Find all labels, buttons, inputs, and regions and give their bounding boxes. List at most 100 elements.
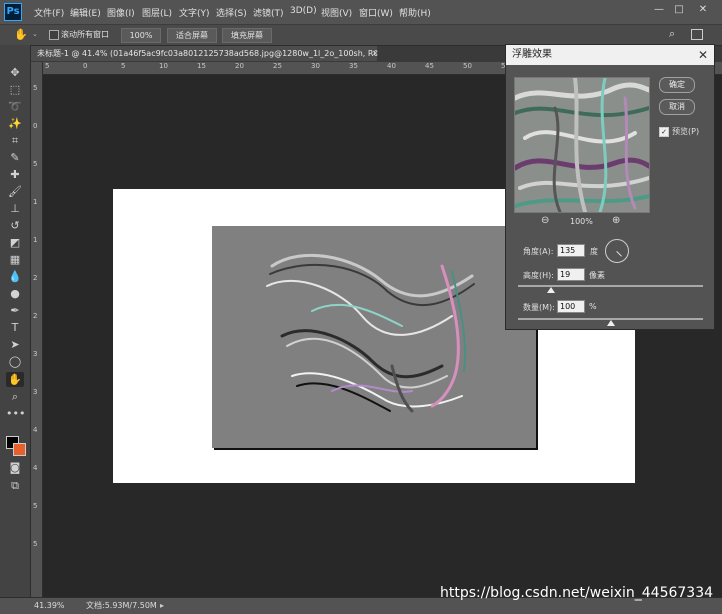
menu-file[interactable]: 文件(F) <box>34 6 64 19</box>
menu-window[interactable]: 窗口(W) <box>359 6 393 19</box>
emboss-dialog: 浮雕效果 ✕ 确定 取消 ✓ 预览(P) ⊖ 100% ⊕ 角度(A): 135… <box>505 44 715 330</box>
ruler-label: 0 <box>33 122 38 130</box>
ruler-label: 2 <box>33 312 38 320</box>
ruler-label: 4 <box>33 464 38 472</box>
zoom-in-icon[interactable]: ⊕ <box>612 215 620 226</box>
menu-layer[interactable]: 图层(L) <box>142 6 172 19</box>
ruler-label: 15 <box>197 62 206 70</box>
menu-filter[interactable]: 滤镜(T) <box>253 6 284 19</box>
history-brush-icon[interactable]: ↺ <box>6 218 24 233</box>
close-tab-icon[interactable]: ✕ <box>372 46 382 61</box>
menu-3d[interactable]: 3D(D) <box>290 6 317 16</box>
workspace-icon[interactable] <box>691 29 703 40</box>
height-unit: 像素 <box>589 271 605 280</box>
menu-bar: Ps 文件(F) 编辑(E) 图像(I) 图层(L) 文字(Y) 选择(S) 滤… <box>0 0 722 24</box>
menu-image[interactable]: 图像(I) <box>107 6 135 19</box>
brush-tool-icon[interactable]: 🖌 <box>6 184 24 199</box>
amount-slider-thumb[interactable] <box>606 320 615 326</box>
more-tools-icon[interactable]: ••• <box>6 406 25 421</box>
close-window-button[interactable]: ✕ <box>696 3 710 17</box>
screen-mode-icon[interactable]: ⧉ <box>6 478 24 493</box>
ruler-label: 4 <box>33 426 38 434</box>
quick-mask-icon[interactable]: ◙ <box>6 460 24 475</box>
preview-zoom-level: 100% <box>570 217 593 226</box>
filter-preview[interactable] <box>514 77 650 213</box>
marquee-tool-icon[interactable]: ⬚ <box>6 82 24 97</box>
ellipse-tool-icon[interactable]: ◯ <box>6 354 24 369</box>
embossed-image-layer[interactable] <box>212 226 536 448</box>
restore-button[interactable]: □ <box>672 3 686 17</box>
menu-edit[interactable]: 编辑(E) <box>70 6 101 19</box>
scroll-all-checkbox[interactable] <box>49 30 59 40</box>
angle-dial[interactable] <box>605 239 629 263</box>
dodge-tool-icon[interactable]: ● <box>6 286 24 301</box>
pen-tool-icon[interactable]: ✒ <box>6 303 24 318</box>
fill-screen-button[interactable]: 填充屏幕 <box>222 28 272 43</box>
amount-input[interactable]: 100 <box>557 300 585 313</box>
preview-checkbox[interactable]: ✓ <box>659 127 669 137</box>
background-color-swatch[interactable] <box>13 443 26 456</box>
menu-select[interactable]: 选择(S) <box>216 6 247 19</box>
dialog-close-icon[interactable]: ✕ <box>698 45 708 65</box>
type-tool-icon[interactable]: T <box>6 320 24 335</box>
ruler-label: 50 <box>463 62 472 70</box>
tools-panel: ✥ ⬚ ➰ ✨ ⌗ ✎ ✚ 🖌 ⊥ ↺ ◩ ▦ 💧 ● ✒ T ➤ ◯ ✋ ⌕ … <box>0 45 31 613</box>
blur-tool-icon[interactable]: 💧 <box>6 269 24 284</box>
move-tool-icon[interactable]: ✥ <box>6 65 24 80</box>
watermark: https://blog.csdn.net/weixin_44567334 <box>440 585 714 601</box>
search-icon[interactable]: ⌕ <box>669 27 675 41</box>
document-tab[interactable]: 未标题-1 @ 41.4% (01a46f5ac9fc03a8012125738… <box>31 46 377 61</box>
document-size: 文档:5.93M/7.50M <box>86 601 157 610</box>
eyedropper-icon[interactable]: ✎ <box>6 150 24 165</box>
ruler-label: 5 <box>33 160 38 168</box>
height-slider-thumb[interactable] <box>547 287 556 293</box>
height-slider-track[interactable] <box>518 285 703 287</box>
ruler-label: 3 <box>33 350 38 358</box>
hand-tool-icon[interactable]: ✋ <box>6 372 24 387</box>
ok-button[interactable]: 确定 <box>659 77 695 93</box>
amount-unit: % <box>589 302 597 311</box>
zoom-100-button[interactable]: 100% <box>121 28 161 43</box>
menu-help[interactable]: 帮助(H) <box>399 6 431 19</box>
path-selection-icon[interactable]: ➤ <box>6 337 24 352</box>
clone-stamp-icon[interactable]: ⊥ <box>6 201 24 216</box>
dialog-titlebar[interactable]: 浮雕效果 ✕ <box>506 45 714 65</box>
height-input[interactable]: 19 <box>557 268 585 281</box>
eraser-icon[interactable]: ◩ <box>6 235 24 250</box>
zoom-readout[interactable]: 41.39% <box>34 598 65 613</box>
ruler-label: 5 <box>121 62 126 70</box>
preview-checkbox-label: 预览(P) <box>672 127 700 136</box>
lasso-tool-icon[interactable]: ➰ <box>6 99 24 114</box>
magic-wand-icon[interactable]: ✨ <box>6 116 24 131</box>
ruler-label: 40 <box>387 62 396 70</box>
ruler-label: 3 <box>33 388 38 396</box>
fit-screen-button[interactable]: 适合屏幕 <box>167 28 217 43</box>
amount-label: 数量(M): <box>523 303 555 312</box>
status-menu-arrow-icon[interactable]: ▸ <box>160 598 164 613</box>
gradient-icon[interactable]: ▦ <box>6 252 24 267</box>
chevron-down-icon[interactable]: ⌄ <box>32 30 38 38</box>
zoom-tool-icon[interactable]: ⌕ <box>6 389 24 404</box>
zoom-out-icon[interactable]: ⊖ <box>541 215 549 226</box>
ruler-label: 5 <box>33 540 38 548</box>
menu-type[interactable]: 文字(Y) <box>179 6 210 19</box>
ruler-label: 30 <box>311 62 320 70</box>
scroll-all-label: 滚动所有窗口 <box>61 30 109 39</box>
ruler-label: 1 <box>33 236 38 244</box>
ruler-label: 0 <box>83 62 88 70</box>
healing-brush-icon[interactable]: ✚ <box>6 167 24 182</box>
preview-artwork <box>515 78 649 212</box>
ruler-label: 25 <box>273 62 282 70</box>
photoshop-logo: Ps <box>4 3 22 21</box>
ruler-label: 2 <box>33 274 38 282</box>
cancel-button[interactable]: 取消 <box>659 99 695 115</box>
angle-input[interactable]: 135 <box>557 244 585 257</box>
crop-tool-icon[interactable]: ⌗ <box>6 133 24 148</box>
ruler-label: 35 <box>349 62 358 70</box>
ruler-label: 5 <box>33 502 38 510</box>
hand-tool-preset-icon[interactable]: ✋ <box>14 28 28 41</box>
height-label: 高度(H): <box>523 271 554 280</box>
minimize-button[interactable]: — <box>652 3 666 17</box>
menu-view[interactable]: 视图(V) <box>321 6 352 19</box>
embossed-swirl-artwork <box>266 253 475 413</box>
